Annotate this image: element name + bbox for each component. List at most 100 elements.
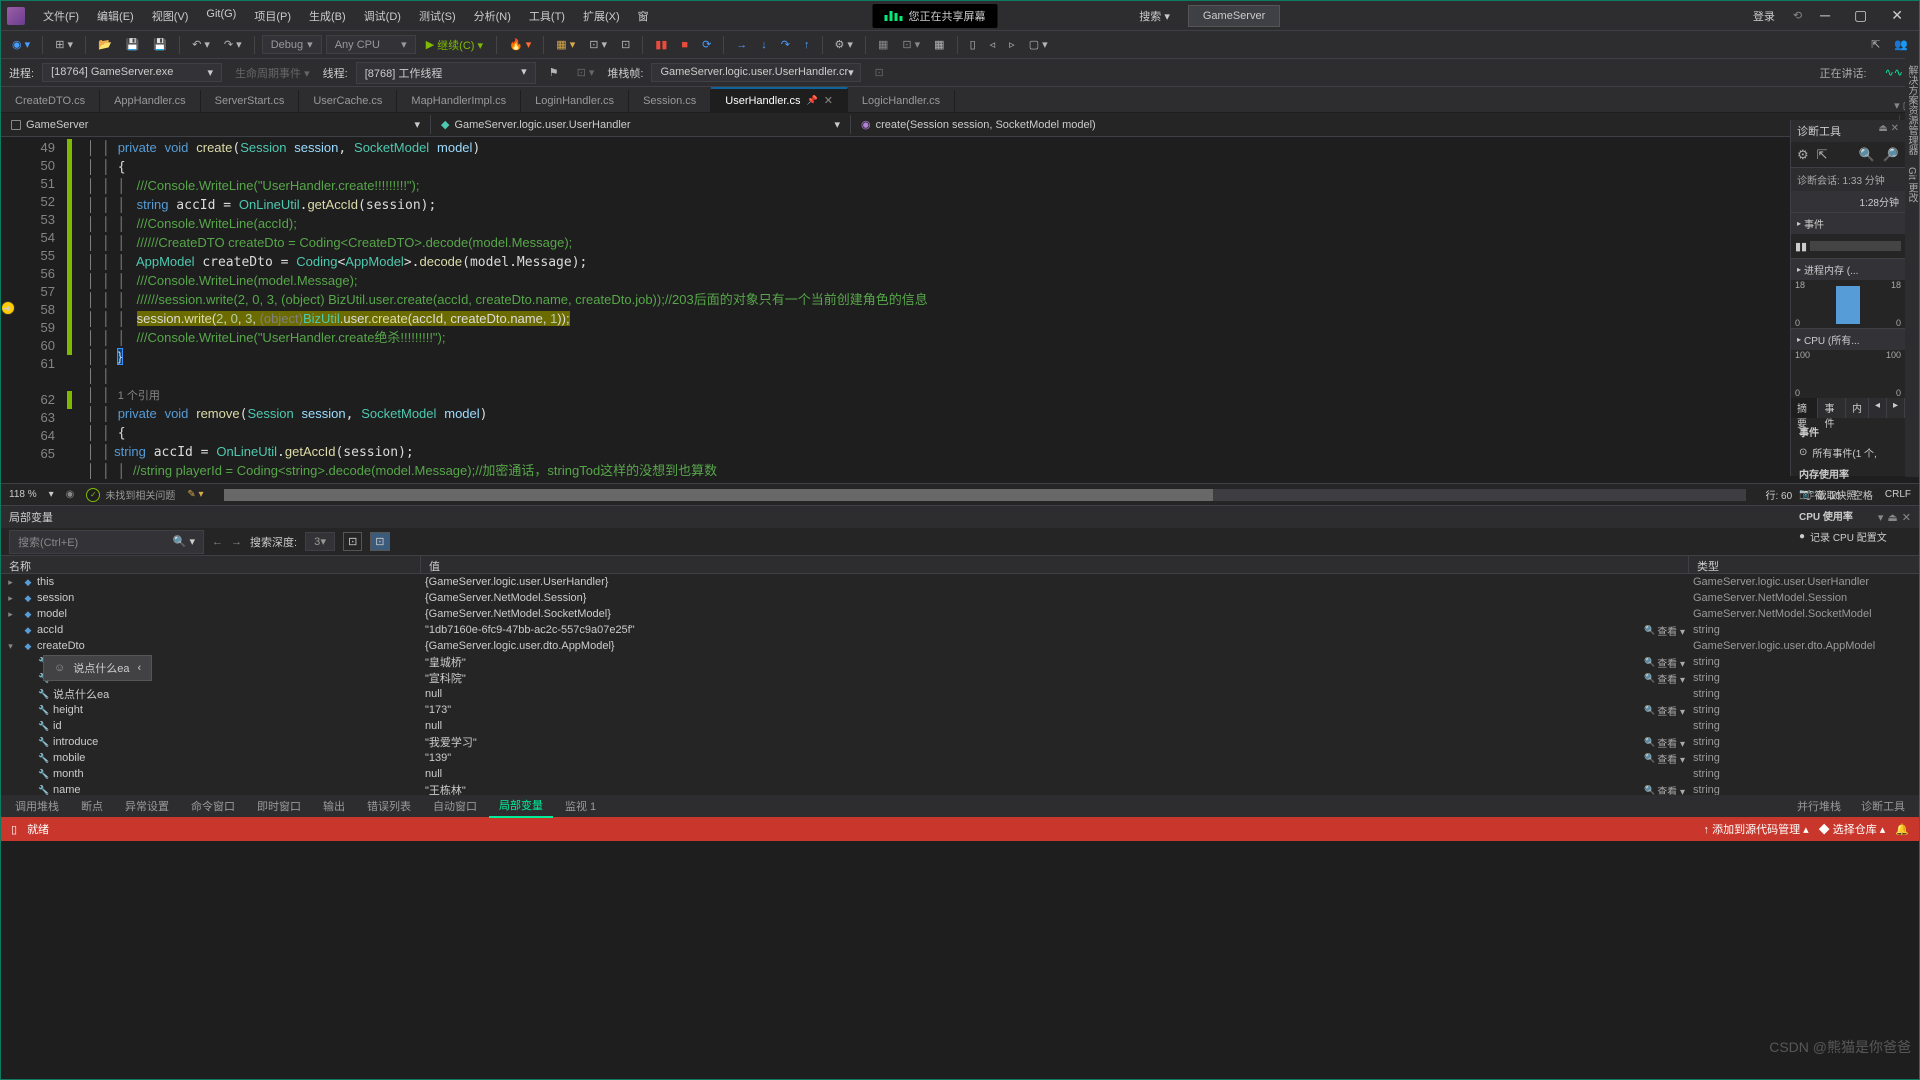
tab-session[interactable]: Session.cs	[629, 90, 711, 112]
gear-icon[interactable]: ⚙	[1797, 147, 1809, 163]
horizontal-scrollbar[interactable]	[224, 489, 1746, 501]
export-icon[interactable]: ⇱	[1817, 147, 1828, 163]
col-type[interactable]: 类型	[1689, 556, 1919, 573]
diag-events-section[interactable]: 事件	[1791, 212, 1905, 234]
btab-callstack[interactable]: 调用堆栈	[5, 795, 69, 817]
btab-immediate[interactable]: 即时窗口	[247, 795, 311, 817]
btab-exceptions[interactable]: 异常设置	[115, 795, 179, 817]
open-icon[interactable]: 📂	[93, 35, 117, 54]
menu-git[interactable]: Git(G)	[198, 4, 244, 28]
diag-pin-icon[interactable]: ⏏	[1878, 123, 1887, 134]
minimize-button[interactable]: ─	[1810, 3, 1840, 28]
search-menu[interactable]: 搜索 ▾	[1129, 4, 1180, 28]
zoomout-icon[interactable]: 🔎	[1883, 147, 1899, 163]
filter2-icon[interactable]: ⊡	[370, 532, 389, 551]
save-all-icon[interactable]: 💾	[148, 35, 172, 54]
nav-member-dropdown[interactable]: ◉create(Session session, SocketModel mod…	[851, 115, 1900, 134]
menu-window[interactable]: 窗	[630, 4, 657, 28]
tab-usercache[interactable]: UserCache.cs	[299, 90, 397, 112]
misc3-icon[interactable]: ⊡ ▾	[897, 35, 925, 54]
ime-collapse-icon[interactable]: ‹	[137, 662, 141, 674]
search-prev-icon[interactable]: ←	[212, 536, 223, 548]
var-row[interactable]: ▸◆model{GameServer.NetModel.SocketModel}…	[1, 606, 1919, 622]
code-editor[interactable]: ➜ 49505152535455565758596061 62636465 │ …	[1, 137, 1919, 483]
tab-close-icon[interactable]: ✕	[824, 94, 833, 107]
pin-icon[interactable]: 📌	[806, 95, 817, 106]
continue-button[interactable]: 继续(C) ▾	[420, 34, 489, 56]
menu-tools[interactable]: 工具(T)	[521, 4, 573, 28]
close-button[interactable]: ✕	[1881, 3, 1913, 28]
line-indicator[interactable]: 行: 60	[1766, 487, 1793, 502]
flag-icon[interactable]: ⚑	[544, 63, 564, 82]
diag-memory-section[interactable]: 进程内存 (...	[1791, 258, 1905, 280]
git-changes-tab[interactable]: Git 更改	[1905, 167, 1919, 203]
step-icon[interactable]: →	[731, 36, 752, 54]
diag-record-cpu[interactable]: ●记录 CPU 配置文	[1791, 526, 1905, 547]
menu-view[interactable]: 视图(V)	[144, 4, 197, 28]
thread-dropdown[interactable]: [8768] 工作线程▾	[356, 62, 536, 84]
share-icon[interactable]: ⇱	[1866, 35, 1885, 54]
ime-popup[interactable]: ☺ 说点什么ea ‹	[43, 655, 152, 681]
tab-serverstart[interactable]: ServerStart.cs	[201, 90, 300, 112]
no-issues-indicator[interactable]: 未找到相关问题	[86, 487, 175, 502]
misc2-icon[interactable]: ▦	[873, 35, 893, 54]
var-row[interactable]: 🔧monthnullstring	[1, 766, 1919, 782]
var-row[interactable]: ▾◆createDto{GameServer.logic.user.dto.Ap…	[1, 638, 1919, 654]
zoom-level[interactable]: 118 %	[9, 489, 37, 500]
personalize-icon[interactable]: ⟲	[1793, 9, 1802, 22]
diag-all-events[interactable]: ⊙所有事件(1 个,	[1791, 442, 1905, 463]
stop-icon[interactable]: ■	[676, 36, 693, 54]
step-into-icon[interactable]: ↓	[756, 36, 772, 54]
search-next-icon[interactable]: →	[231, 536, 242, 548]
diag-snapshot-button[interactable]: 📷截取快照	[1791, 484, 1905, 505]
threads-icon[interactable]: ⊡ ▾	[572, 63, 600, 82]
locals-body[interactable]: ▸◆this{GameServer.logic.user.UserHandler…	[1, 574, 1919, 795]
var-row[interactable]: 🔧business"宣科院"查看 ▾string	[1, 670, 1919, 686]
var-row[interactable]: 🔧mobile"139"查看 ▾string	[1, 750, 1919, 766]
search-icon[interactable]: 🔍 ▾	[173, 535, 195, 548]
code-content[interactable]: │ │ private void create(Session session,…	[87, 137, 1919, 483]
scm-add[interactable]: ↑ 添加到源代码管理 ▴	[1704, 821, 1809, 837]
btab-locals[interactable]: 局部变量	[489, 794, 553, 818]
menu-edit[interactable]: 编辑(E)	[89, 4, 142, 28]
diag-close-icon[interactable]: ✕	[1891, 123, 1899, 134]
stack-tool-icon[interactable]: ⊡	[869, 63, 888, 82]
pause-icon[interactable]: ▮▮	[650, 35, 672, 54]
platform-dropdown[interactable]: Any CPU▾	[326, 35, 416, 54]
process-dropdown[interactable]: [18764] GameServer.exe▾	[42, 63, 222, 82]
tab-maphandlerimpl[interactable]: MapHandlerImpl.cs	[397, 90, 521, 112]
btab-command[interactable]: 命令窗口	[181, 795, 245, 817]
tab-logichandler[interactable]: LogicHandler.cs	[848, 90, 955, 112]
repo-select[interactable]: ◆ 选择仓库 ▴	[1819, 821, 1886, 837]
var-row[interactable]: ▸◆session{GameServer.NetModel.Session}Ga…	[1, 590, 1919, 606]
var-row[interactable]: ▸◆this{GameServer.logic.user.UserHandler…	[1, 574, 1919, 590]
fold-column[interactable]	[73, 137, 87, 483]
misc-icon[interactable]: ⚙ ▾	[830, 35, 858, 54]
brush-icon[interactable]: ✎ ▾	[187, 489, 203, 500]
var-row[interactable]: 🔧height"173"查看 ▾string	[1, 702, 1919, 718]
diag-tab-summary[interactable]: 摘要	[1791, 398, 1818, 418]
hot-reload-icon[interactable]: 🔥 ▾	[504, 35, 536, 54]
tab-userhandler[interactable]: UserHandler.cs📌✕	[711, 87, 848, 112]
misc4-icon[interactable]: ▦	[929, 35, 949, 54]
tab-loginhandler[interactable]: LoginHandler.cs	[521, 90, 629, 112]
redo-icon[interactable]: ↷ ▾	[219, 35, 247, 54]
step-out-icon[interactable]: ↑	[799, 36, 815, 54]
lifecycle-dropdown[interactable]: 生命周期事件 ▾	[230, 62, 315, 84]
restart-icon[interactable]: ⟳	[697, 35, 716, 54]
locals-search-input[interactable]: 搜索(Ctrl+E)🔍 ▾	[9, 530, 204, 554]
notifications-icon[interactable]: 🔔	[1895, 823, 1909, 836]
nav-back-icon[interactable]: ◉ ▾	[7, 35, 35, 54]
pause-sparkline-icon[interactable]: ▮▮	[1795, 240, 1807, 253]
diag-tab-next[interactable]: ▸	[1887, 398, 1905, 418]
zoomin-icon[interactable]: 🔍	[1859, 147, 1875, 163]
menu-analyze[interactable]: 分析(N)	[466, 4, 519, 28]
undo-icon[interactable]: ↶ ▾	[187, 35, 215, 54]
diag-cpu-section[interactable]: CPU (所有...	[1791, 328, 1905, 350]
btab-diagnostics[interactable]: 诊断工具	[1851, 795, 1915, 817]
health-icon[interactable]: ◉	[66, 489, 75, 500]
clear-bm-icon[interactable]: ▢ ▾	[1024, 35, 1053, 54]
tab-apphandler[interactable]: AppHandler.cs	[100, 90, 201, 112]
col-value[interactable]: 值	[421, 556, 1689, 573]
save-icon[interactable]: 💾	[121, 35, 145, 54]
